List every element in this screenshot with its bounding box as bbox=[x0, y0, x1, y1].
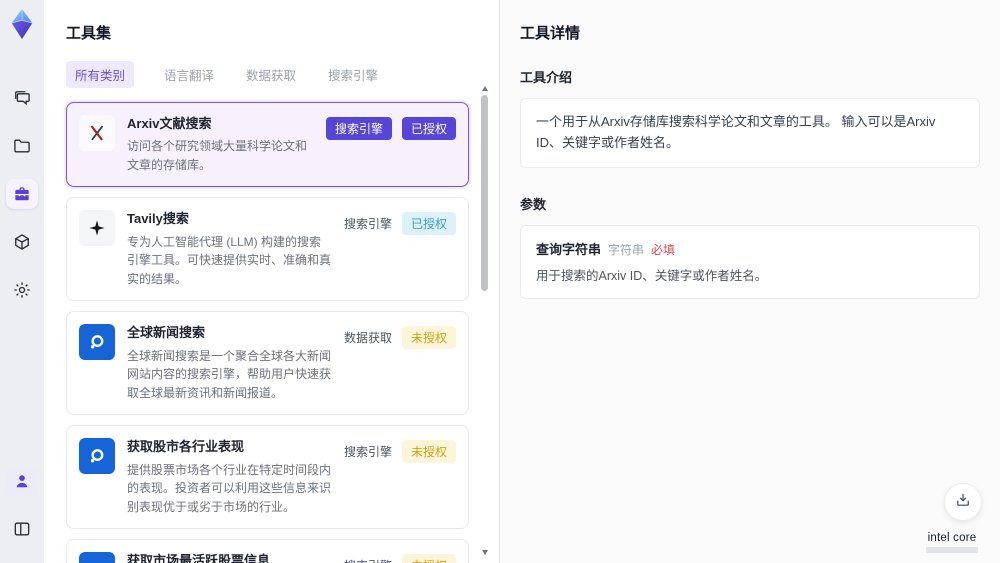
tool-status-badge: 未授权 bbox=[401, 326, 456, 350]
intro-text: 一个用于从Arxiv存储库搜索科学论文和文章的工具。 输入可以是Arxiv ID… bbox=[536, 114, 936, 150]
tool-category-badge: 数据获取 bbox=[343, 331, 392, 346]
tool-card[interactable]: Arxiv文献搜索 访问各个研究领域大量科学论文和文章的存储库。 搜索引擎 已授… bbox=[66, 102, 469, 188]
page-title: 工具集 bbox=[66, 25, 112, 42]
user-icon bbox=[12, 471, 32, 491]
tool-card[interactable]: 获取市场最活跃股票信息 提供当天交易量最高的股票列表，投资者可以利用这些信息来识… bbox=[66, 539, 469, 563]
stock-icon bbox=[79, 552, 115, 563]
sidebar-item-panel-toggle[interactable] bbox=[6, 514, 38, 544]
tavily-icon bbox=[79, 210, 115, 247]
param-required-badge: 必填 bbox=[651, 242, 676, 257]
tool-name: 全球新闻搜索 bbox=[127, 325, 206, 341]
category-tab[interactable]: 搜索引擎 bbox=[326, 61, 380, 88]
scrollbar-thumb[interactable] bbox=[481, 95, 488, 291]
tool-category-badge: 搜索引擎 bbox=[325, 117, 392, 140]
tool-status-badge: 未授权 bbox=[401, 440, 456, 464]
toolbox-icon bbox=[12, 184, 32, 204]
sidebar-item-packages[interactable] bbox=[6, 227, 38, 257]
panel-toggle-icon bbox=[12, 519, 32, 539]
intel-logo-sub-badge bbox=[926, 547, 978, 553]
sidebar-item-files[interactable] bbox=[6, 131, 38, 161]
param-card: 查询字符串 字符串 必填 用于搜索的Arxiv ID、关键字或作者姓名。 bbox=[520, 224, 980, 300]
tool-category-badge: 搜索引擎 bbox=[343, 445, 392, 460]
tool-category-badge: 搜索引擎 bbox=[343, 217, 392, 232]
category-tab[interactable]: 数据获取 bbox=[244, 61, 298, 88]
download-button[interactable] bbox=[944, 483, 982, 521]
tool-description: 提供股票市场各个行业在特定时间段内的表现。投资者可以利用这些信息来识别表现优于或… bbox=[127, 462, 332, 514]
tool-description: 访问各个研究领域大量科学论文和文章的存储库。 bbox=[127, 139, 308, 172]
arxiv-icon bbox=[79, 115, 115, 151]
detail-title: 工具详情 bbox=[520, 25, 581, 42]
sidebar-item-chat[interactable] bbox=[6, 83, 38, 113]
category-tabs: 所有类别 语言翻译 数据获取 搜索引擎 bbox=[66, 61, 469, 88]
param-name: 查询字符串 bbox=[536, 241, 602, 257]
tool-list: Arxiv文献搜索 访问各个研究领域大量科学论文和文章的存储库。 搜索引擎 已授… bbox=[66, 102, 469, 563]
app-window: 工具集 所有类别 语言翻译 数据获取 搜索引擎 Arxiv文献搜索 访问各个研究领域大… bbox=[0, 0, 1000, 563]
icon-rail bbox=[0, 0, 44, 563]
tool-detail-panel: 工具详情 工具介绍 一个用于从Arxiv存储库搜索科学论文和文章的工具。 输入可… bbox=[500, 0, 1000, 563]
tool-card[interactable]: 获取股市各行业表现 提供股票市场各个行业在特定时间段内的表现。投资者可以利用这些… bbox=[66, 425, 469, 530]
app-logo-icon bbox=[7, 8, 37, 40]
tool-status-badge: 未授权 bbox=[401, 554, 456, 563]
category-tab[interactable]: 语言翻译 bbox=[162, 61, 216, 88]
tool-description: 专为人工智能代理 (LLM) 构建的搜索引擎工具。可快速提供实时、准确和真实的结… bbox=[127, 234, 332, 286]
scrollbar-up-arrow-icon[interactable] bbox=[482, 86, 488, 91]
params-heading: 参数 bbox=[520, 196, 547, 212]
tool-name: 获取市场最活跃股票信息 bbox=[127, 553, 271, 563]
tool-name: Tavily搜索 bbox=[127, 211, 189, 227]
gear-icon bbox=[12, 280, 32, 300]
tool-card[interactable]: 全球新闻搜索 全球新闻搜索是一个聚合全球各大新闻网站内容的搜索引擎，帮助用户快速… bbox=[66, 311, 469, 416]
chat-icon bbox=[12, 88, 32, 108]
sidebar-item-account[interactable] bbox=[6, 466, 38, 496]
intel-core-logo-text: intel core bbox=[927, 532, 977, 544]
news-icon bbox=[79, 324, 115, 361]
intel-core-logo: intel core bbox=[920, 532, 984, 553]
tool-list-panel: 工具集 所有类别 语言翻译 数据获取 搜索引擎 Arxiv文献搜索 访问各个研究领域大… bbox=[44, 0, 500, 563]
download-icon bbox=[954, 491, 972, 514]
category-tab[interactable]: 所有类别 bbox=[66, 61, 135, 88]
stock-icon bbox=[79, 438, 115, 475]
tool-category-badge: 搜索引擎 bbox=[344, 554, 392, 563]
tool-status-badge: 已授权 bbox=[401, 212, 456, 236]
sidebar-item-settings[interactable] bbox=[6, 275, 38, 305]
tool-description: 全球新闻搜索是一个聚合全球各大新闻网站内容的搜索引擎，帮助用户快速获取全球最新资… bbox=[127, 348, 332, 400]
tool-card[interactable]: Tavily搜索 专为人工智能代理 (LLM) 构建的搜索引擎工具。可快速提供实… bbox=[66, 197, 469, 302]
intro-heading: 工具介绍 bbox=[520, 70, 573, 85]
param-type: 字符串 bbox=[608, 242, 645, 257]
sidebar-item-toolbox[interactable] bbox=[6, 179, 38, 209]
tool-name: Arxiv文献搜索 bbox=[127, 116, 212, 131]
scrollbar-down-arrow-icon[interactable] bbox=[482, 550, 488, 555]
tool-name: 获取股市各行业表现 bbox=[127, 439, 245, 455]
tool-status-badge: 已授权 bbox=[401, 117, 456, 140]
list-scrollbar[interactable] bbox=[481, 86, 489, 555]
intro-card: 一个用于从Arxiv存储库搜索科学论文和文章的工具。 输入可以是Arxiv ID… bbox=[520, 98, 980, 168]
cube-icon bbox=[12, 232, 32, 252]
param-desc: 用于搜索的Arxiv ID、关键字或作者姓名。 bbox=[536, 268, 768, 283]
folder-icon bbox=[12, 136, 32, 156]
